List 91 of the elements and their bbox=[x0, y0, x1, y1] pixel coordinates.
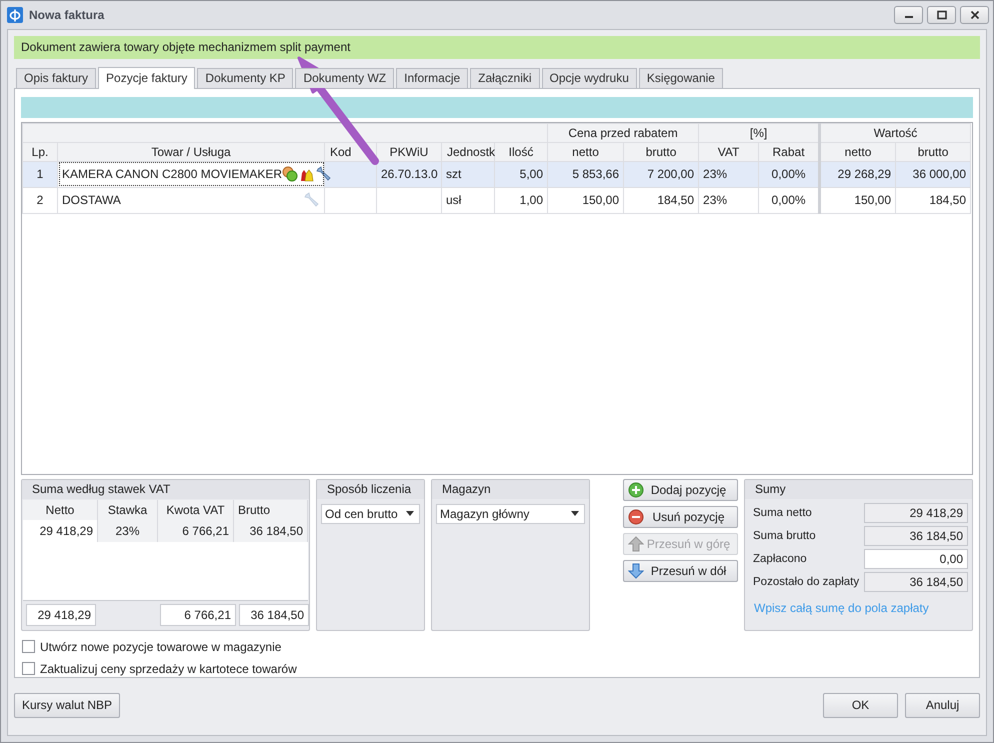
wrench-icon[interactable] bbox=[316, 166, 332, 182]
table-cell: 29 418,29 bbox=[23, 520, 98, 542]
table-cell: 26.70.13.0 bbox=[376, 161, 442, 188]
action-button[interactable]: Usuń pozycję bbox=[623, 506, 738, 528]
coins-icon[interactable] bbox=[282, 166, 298, 182]
plus-icon bbox=[628, 482, 644, 498]
checkbox[interactable] bbox=[22, 640, 35, 654]
column-header: Netto bbox=[23, 500, 98, 520]
column-header[interactable]: Towar / Usługa bbox=[58, 142, 324, 162]
tab[interactable]: Dokumenty WZ bbox=[295, 68, 394, 88]
table-cell: szt bbox=[442, 161, 494, 188]
exchange-rates-button[interactable]: Kursy walut NBP bbox=[14, 692, 120, 718]
table-cell: 0,00% bbox=[758, 161, 820, 188]
column-header[interactable]: brutto bbox=[624, 142, 699, 162]
column-group-header: Wartość bbox=[820, 123, 971, 142]
table-cell: 1 bbox=[22, 161, 58, 188]
panel-title: Sumy bbox=[745, 480, 972, 499]
column-header[interactable]: brutto bbox=[896, 142, 971, 162]
caret-icon bbox=[571, 511, 579, 516]
column-header[interactable]: netto bbox=[820, 142, 896, 162]
warehouse-dropdown[interactable]: Magazyn główny bbox=[436, 504, 585, 524]
tab[interactable]: Pozycje faktury bbox=[98, 66, 196, 89]
total-field: 6 766,21 bbox=[160, 604, 236, 626]
window-title: Nowa faktura bbox=[29, 8, 104, 22]
column-header[interactable]: netto bbox=[548, 142, 624, 162]
column-header[interactable]: Ilość bbox=[494, 142, 548, 162]
table-cell: 2 bbox=[22, 187, 58, 214]
dialog-button[interactable]: OK bbox=[823, 692, 898, 718]
panel-title: Magazyn bbox=[432, 480, 589, 499]
amount-field[interactable]: 36 184,50 bbox=[864, 526, 968, 546]
field-label: Suma netto bbox=[753, 506, 812, 519]
tab[interactable]: Załączniki bbox=[470, 68, 540, 88]
checkbox-label: Zaktualizuj ceny sprzedaży w kartotece towarów bbox=[40, 662, 297, 676]
column-header[interactable]: Lp. bbox=[22, 142, 58, 162]
table-cell bbox=[376, 187, 442, 214]
field-label: Pozostało do zapłaty bbox=[753, 576, 860, 588]
action-button[interactable]: Przesuń w dół bbox=[623, 560, 738, 582]
dialog-button[interactable]: Anuluj bbox=[905, 692, 980, 718]
info-banner: Dokument zawiera towary objęte mechanizmem split payment bbox=[14, 36, 980, 59]
column-header[interactable]: VAT bbox=[698, 142, 759, 162]
column-header: Brutto bbox=[234, 500, 308, 520]
tab[interactable]: Opis faktury bbox=[16, 68, 96, 88]
table-cell: 150,00 bbox=[548, 187, 624, 214]
checkbox[interactable] bbox=[22, 662, 35, 676]
amount-field[interactable]: 0,00 bbox=[864, 548, 968, 569]
field-label: Zapłacono bbox=[753, 552, 807, 565]
table-cell: 150,00 bbox=[820, 187, 896, 214]
table-cell: 23% bbox=[698, 187, 759, 214]
table-cell: 7 200,00 bbox=[624, 161, 699, 188]
panel-title: Sposób liczenia bbox=[317, 480, 424, 499]
close-button[interactable] bbox=[960, 6, 989, 24]
close-icon bbox=[970, 10, 980, 20]
table-cell: usł bbox=[442, 187, 494, 214]
column-header: Kwota VAT bbox=[158, 500, 234, 520]
calc-method-dropdown[interactable]: Od cen brutto bbox=[321, 504, 420, 524]
total-field: 36 184,50 bbox=[239, 604, 309, 626]
checkbox-label: Utwórz nowe pozycje towarowe w magazynie bbox=[40, 640, 282, 654]
tab[interactable]: Dokumenty KP bbox=[197, 68, 294, 88]
app-logo-icon bbox=[7, 7, 23, 23]
caret-icon bbox=[406, 511, 414, 516]
arrow-down-icon bbox=[628, 562, 644, 579]
amount-field[interactable]: 29 418,29 bbox=[864, 502, 968, 523]
table-cell: 1,00 bbox=[494, 187, 548, 214]
column-header: Stawka bbox=[98, 500, 158, 520]
table-cell: 5,00 bbox=[494, 161, 548, 188]
amount-field[interactable]: 36 184,50 bbox=[864, 572, 968, 592]
maximize-button[interactable] bbox=[927, 6, 956, 24]
column-header[interactable]: Jednostk bbox=[442, 142, 494, 162]
table-cell: 184,50 bbox=[896, 187, 971, 214]
product-name: KAMERA CANON C2800 MOVIEMAKER bbox=[62, 167, 282, 182]
maximize-icon bbox=[936, 10, 946, 20]
column-header[interactable]: PKWiU bbox=[376, 142, 442, 162]
column-group-header: [%] bbox=[698, 123, 820, 142]
table-cell: 29 268,29 bbox=[820, 161, 896, 188]
table-cell: 23% bbox=[698, 161, 759, 188]
tab[interactable]: Informacje bbox=[396, 68, 468, 88]
panel-title: Suma według stawek VAT bbox=[22, 480, 309, 499]
column-header[interactable]: Rabat bbox=[758, 142, 820, 162]
table-cell: 5 853,66 bbox=[548, 161, 624, 188]
product-name: DOSTAWA bbox=[62, 193, 121, 208]
field-label: Suma brutto bbox=[753, 530, 816, 542]
minus-icon bbox=[628, 508, 644, 525]
table-cell: 36 000,00 bbox=[896, 161, 971, 188]
tab[interactable]: Księgowanie bbox=[638, 68, 723, 88]
action-button[interactable]: Dodaj pozycję bbox=[623, 478, 738, 501]
table-cell: 184,50 bbox=[624, 187, 699, 214]
minimize-button[interactable] bbox=[894, 6, 923, 24]
column-group-header: Cena przed rabatem bbox=[548, 123, 699, 142]
tab[interactable]: Opcje wydruku bbox=[542, 68, 637, 88]
total-field: 29 418,29 bbox=[26, 604, 96, 626]
arrow-up-icon bbox=[628, 536, 644, 552]
